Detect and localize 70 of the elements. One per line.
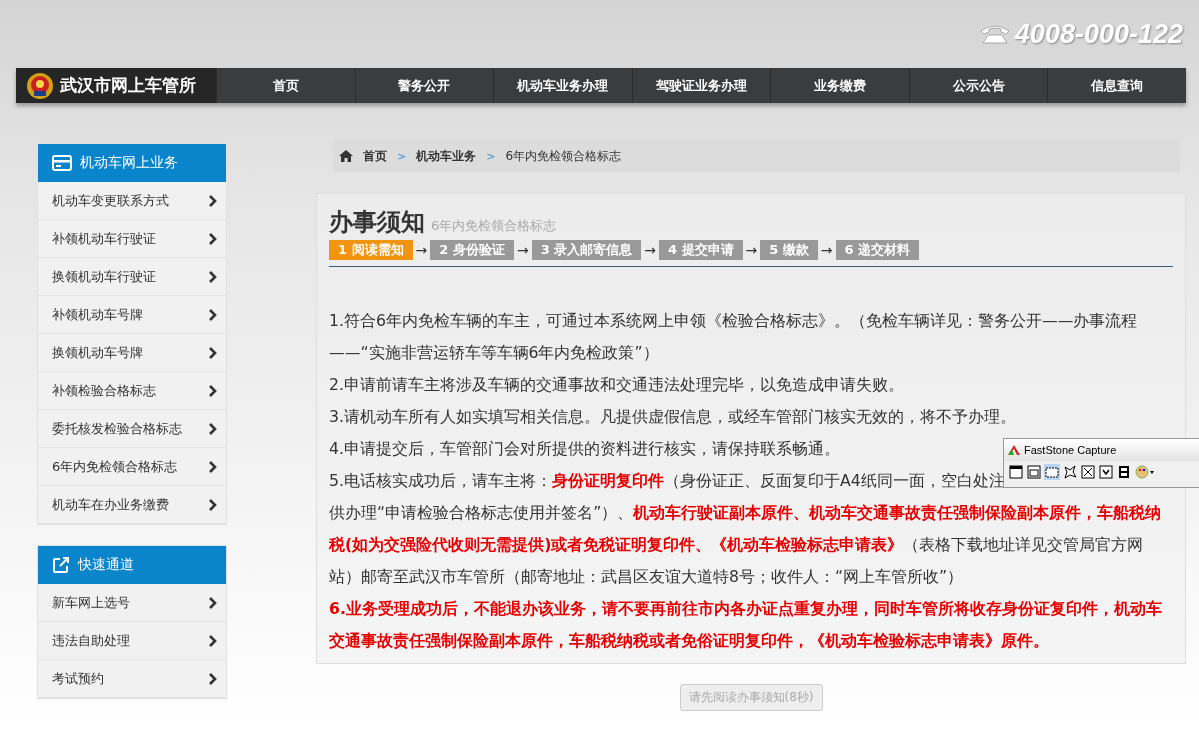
nav-tab[interactable]: 机动车业务办理 [493,68,632,103]
telephone-icon [978,23,1011,45]
chevron-right-icon [208,497,217,512]
step-arrow: → [820,242,833,258]
chevron-right-icon [208,595,217,610]
sidebar-item[interactable]: 考试预约 [38,660,226,698]
notice-paragraph: 5.电话核实成功后，请车主将：身份证明复印件（身份证正、反面复印于A4纸同一面，空白处注 [329,470,1005,492]
step-arrow: → [745,242,758,258]
sidebar-item[interactable]: 补领机动车号牌 [38,296,226,334]
sidebar-item[interactable]: 换领机动车行驶证 [38,258,226,296]
window-icon[interactable] [1008,464,1024,480]
sidebar-item[interactable]: 机动车变更联系方式 [38,182,226,220]
notice-subtitle: 6年内免检领合格标志 [431,217,557,235]
nav-tab[interactable]: 警务公开 [354,68,494,103]
breadcrumb-link[interactable]: 首页 [363,147,387,165]
step-arrow: → [516,242,529,258]
sidebar-item[interactable]: 违法自助处理 [38,622,226,660]
step-label: 5 缴款 [760,240,818,260]
notice-paragraph: 2.申请前请车主将涉及车辆的交通事故和交通违法处理完毕，以免造成申请失败。 [329,374,904,396]
chevron-right-icon [208,307,217,322]
fullscreen-icon[interactable] [1080,464,1096,480]
nav-tab[interactable]: 驾驶证业务办理 [631,68,771,103]
step-label: 6 递交材料 [835,240,920,260]
emblem-icon [26,71,54,100]
step-arrow: → [644,242,656,258]
step-label: 4 提交申请 [658,240,743,260]
notice-paragraph: 4.申请提交后，车管部门会对所提供的资料进行核实，请保持联系畅通。 [329,438,840,460]
app-logo-icon [1008,445,1020,455]
chevron-right-icon [208,193,217,208]
step-label: 2 身份验证 [430,240,514,260]
step-arrow: → [415,242,428,258]
step-label: 3 录入邮寄信息 [531,240,642,260]
home-icon [339,150,353,162]
chevron-right-icon [208,459,217,474]
notice-paragraph: 1.符合6年内免检车辆的车主，可通过本系统网上申领《检验合格标志》。（免检车辆详见：警务公开——办事流程——“实施非营运轿车等车辆6年内免检政策”） [329,310,1139,364]
freehand-icon[interactable] [1062,464,1078,480]
chevron-right-icon [208,231,217,246]
notice-paragraph: 3.请机动车所有人如实填写相关信息。凡提供虚假信息，或经车管部门核实无效的，将不予办理。 [329,406,1016,428]
chevron-right-icon [208,633,217,648]
breadcrumb-separator: > [397,149,407,163]
sidebar-item[interactable]: 补领机动车行驶证 [38,220,226,258]
nav-tab[interactable]: 业务缴费 [770,68,909,103]
notice-title: 办事须知 [329,207,425,238]
chevron-right-icon [208,383,217,398]
toolbar-title: FastStone Capture [1024,444,1117,456]
phone-number: 4008-000-122 [978,18,1183,50]
nav-tab[interactable]: 公示公告 [908,68,1048,103]
chevron-right-icon [208,671,217,686]
chevron-right-icon [208,269,217,284]
scroll-window-icon[interactable] [1098,464,1114,480]
palette-icon[interactable] [1134,464,1156,480]
rectangle-select-icon[interactable] [1044,464,1060,480]
breadcrumb-link[interactable]: 机动车业务 [416,147,477,165]
chevron-right-icon [208,421,217,436]
notice-paragraph: 6.业务受理成功后，不能退办该业务，请不要再前往市内各办证点重复办理，同时车管所将收存身份证复印件，机动车交通事故责任强制保险副本原件，车船税纳税或者免俗证明复印件，《机动车检验标志申请表》原件。 [329,598,1163,652]
window-icon[interactable] [1026,464,1042,480]
card-icon [52,155,72,171]
notice-paragraph: 供办理“申请检验合格标志使用并签名”）、机动车行驶证副本原件、机动车交通事故责任强制保险副本原件，车船税纳税(如为交强险代收则无需提供)或者免税证明复印件、《机动车检验标志申请表》（表格下载地址详见交管局官方网站）邮寄至武汉市车管所（邮寄地址：武昌区友谊大道特8号；收件人：“网上车管所收”） [329,502,1163,588]
breadcrumb-separator: > [486,149,496,163]
sidebar-title: 机动车网上业务 [80,154,178,172]
nav-tab[interactable]: 信息查询 [1047,68,1187,103]
sidebar-item[interactable]: 新车网上选号 [38,584,226,622]
chevron-right-icon [208,345,217,360]
sidebar-title: 快速通道 [78,556,134,574]
breadcrumb-link[interactable]: 6年内免检领合格标志 [505,147,622,165]
step-label: 1 阅读需知 [329,240,413,260]
external-link-icon [52,556,70,574]
film-icon[interactable] [1116,464,1132,480]
nav-tab[interactable]: 首页 [216,68,355,103]
sidebar-item[interactable]: 换领机动车号牌 [38,334,226,372]
